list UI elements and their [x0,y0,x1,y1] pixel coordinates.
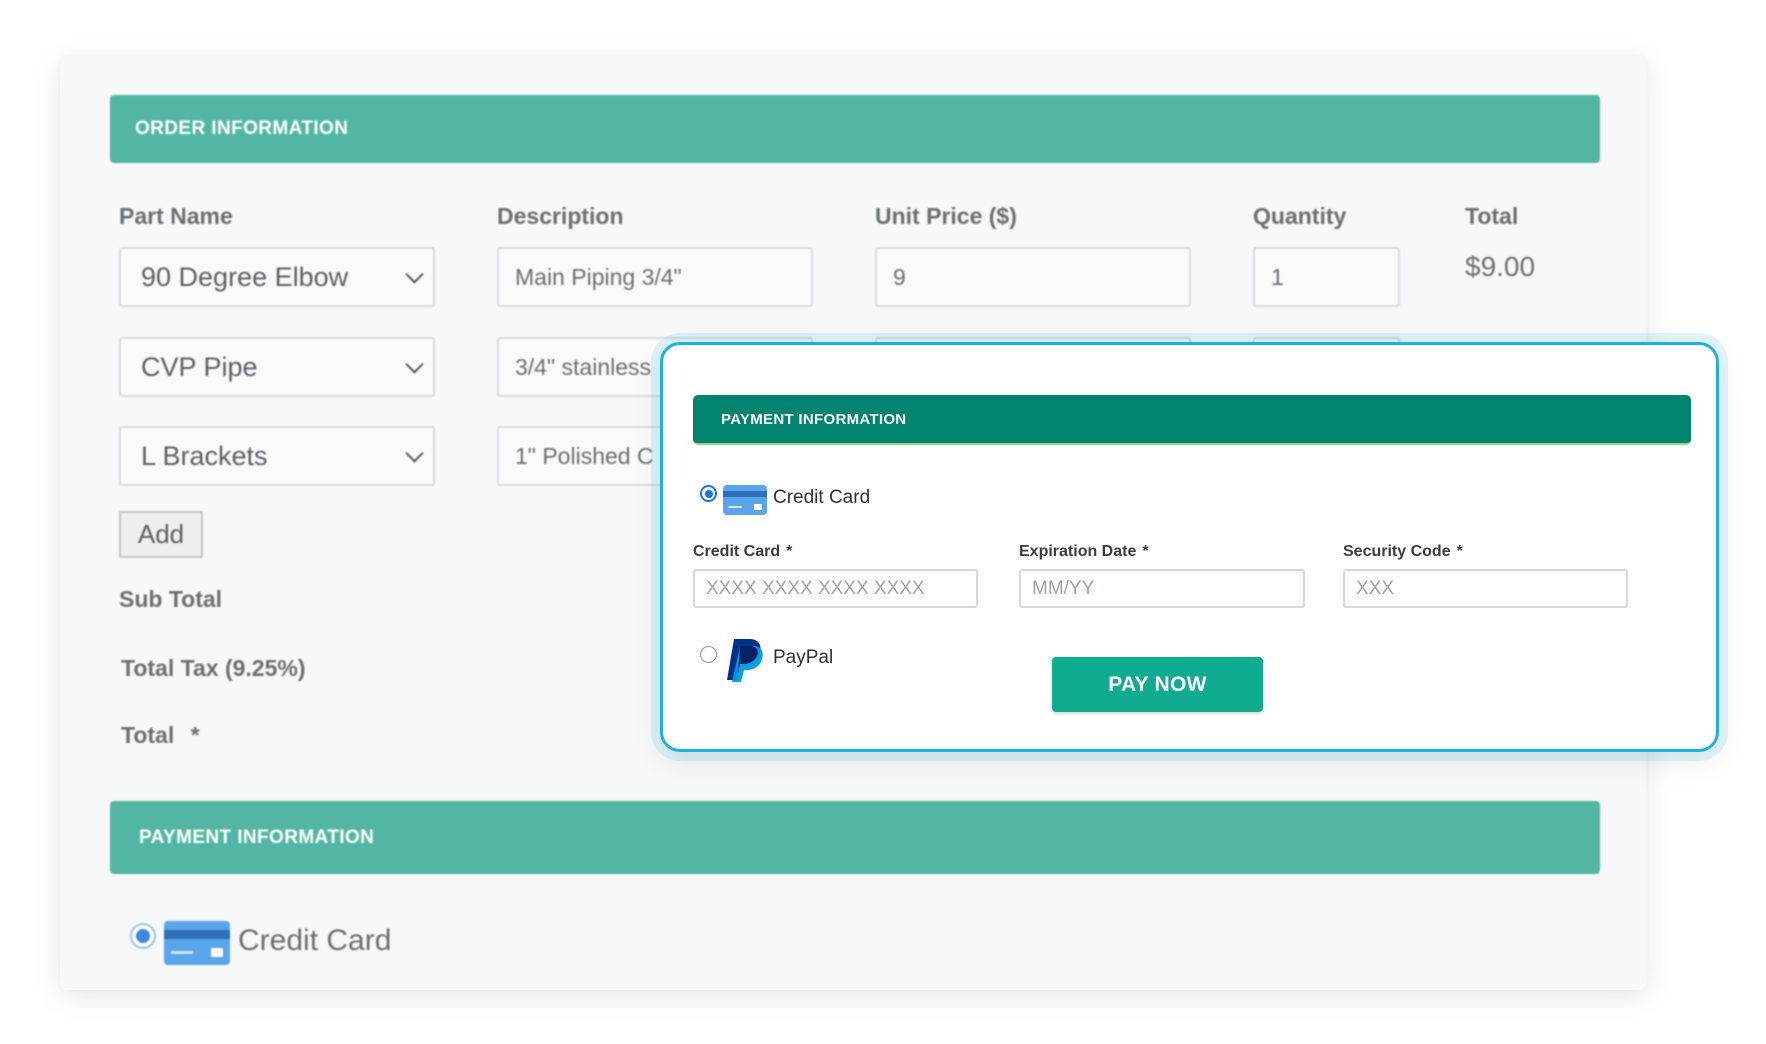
column-header-part-name: Part Name [119,203,233,229]
card-number-input[interactable] [693,569,978,608]
quantity-field[interactable]: 1 [1253,247,1400,307]
expiration-date-label: Expiration Date * [1019,543,1149,561]
total-label: Total * [121,722,200,749]
required-mark: * [786,543,793,560]
row-total-value: $9.00 [1465,251,1536,282]
pay-now-button[interactable]: PAY NOW [1052,657,1263,712]
part-name-select[interactable]: CVP Pipe [119,337,435,397]
total-label-text: Total [121,722,175,748]
column-header-description: Description [497,203,624,229]
payment-information-header: PAYMENT INFORMATION [110,801,1600,874]
card-number-label-text: Credit Card [693,543,781,560]
card-number-label: Credit Card * [693,543,792,561]
column-header-unit-price: Unit Price ($) [875,203,1017,229]
security-code-input[interactable] [1343,569,1628,608]
modal-payment-title: PAYMENT INFORMATION [721,410,907,428]
column-header-total: Total [1465,203,1519,229]
unit-price-field[interactable]: 9 [875,247,1191,307]
column-header-quantity: Quantity [1253,203,1347,229]
credit-card-radio[interactable] [700,485,717,502]
payment-modal: PAYMENT INFORMATION Credit Card Credit C… [660,342,1719,752]
quantity-value: 1 [1271,263,1284,290]
payment-information-title: PAYMENT INFORMATION [139,826,375,848]
part-name-value: 90 Degree Elbow [141,261,349,292]
sub-total-label: Sub Total [119,586,223,612]
description-value: 1" Polished C [515,442,654,469]
security-code-label-text: Security Code [1343,543,1451,560]
chevron-down-icon [405,355,424,374]
required-mark: * [1142,543,1149,560]
paypal-option-label: PayPal [773,647,834,668]
description-field[interactable]: Main Piping 3/4" [497,247,813,307]
required-mark: * [190,722,200,748]
credit-card-icon [164,921,230,965]
description-value: Main Piping 3/4" [515,263,682,290]
security-code-label: Security Code * [1343,543,1463,561]
order-information-title: ORDER INFORMATION [135,118,349,139]
paypal-logo-icon [727,639,763,682]
chevron-down-icon [405,265,424,284]
credit-card-radio[interactable] [130,923,156,949]
credit-card-option-label: Credit Card [238,924,392,957]
modal-payment-header: PAYMENT INFORMATION [693,395,1691,445]
unit-price-value: 9 [893,263,906,290]
add-row-button[interactable]: Add [119,511,203,558]
credit-card-option-label: Credit Card [773,487,871,508]
credit-card-icon [723,485,767,515]
description-value: 3/4" stainless [515,353,652,380]
chevron-down-icon [405,444,424,463]
paypal-radio[interactable] [700,646,717,663]
expiration-date-label-text: Expiration Date [1019,543,1137,560]
expiration-date-input[interactable] [1019,569,1305,608]
part-name-value: CVP Pipe [141,351,258,382]
total-tax-label: Total Tax (9.25%) [121,655,306,681]
required-mark: * [1456,543,1463,560]
order-information-header: ORDER INFORMATION [110,95,1600,163]
part-name-select[interactable]: L Brackets [119,426,435,486]
part-name-value: L Brackets [141,440,268,471]
part-name-select[interactable]: 90 Degree Elbow [119,247,435,307]
add-row-label: Add [137,519,185,549]
